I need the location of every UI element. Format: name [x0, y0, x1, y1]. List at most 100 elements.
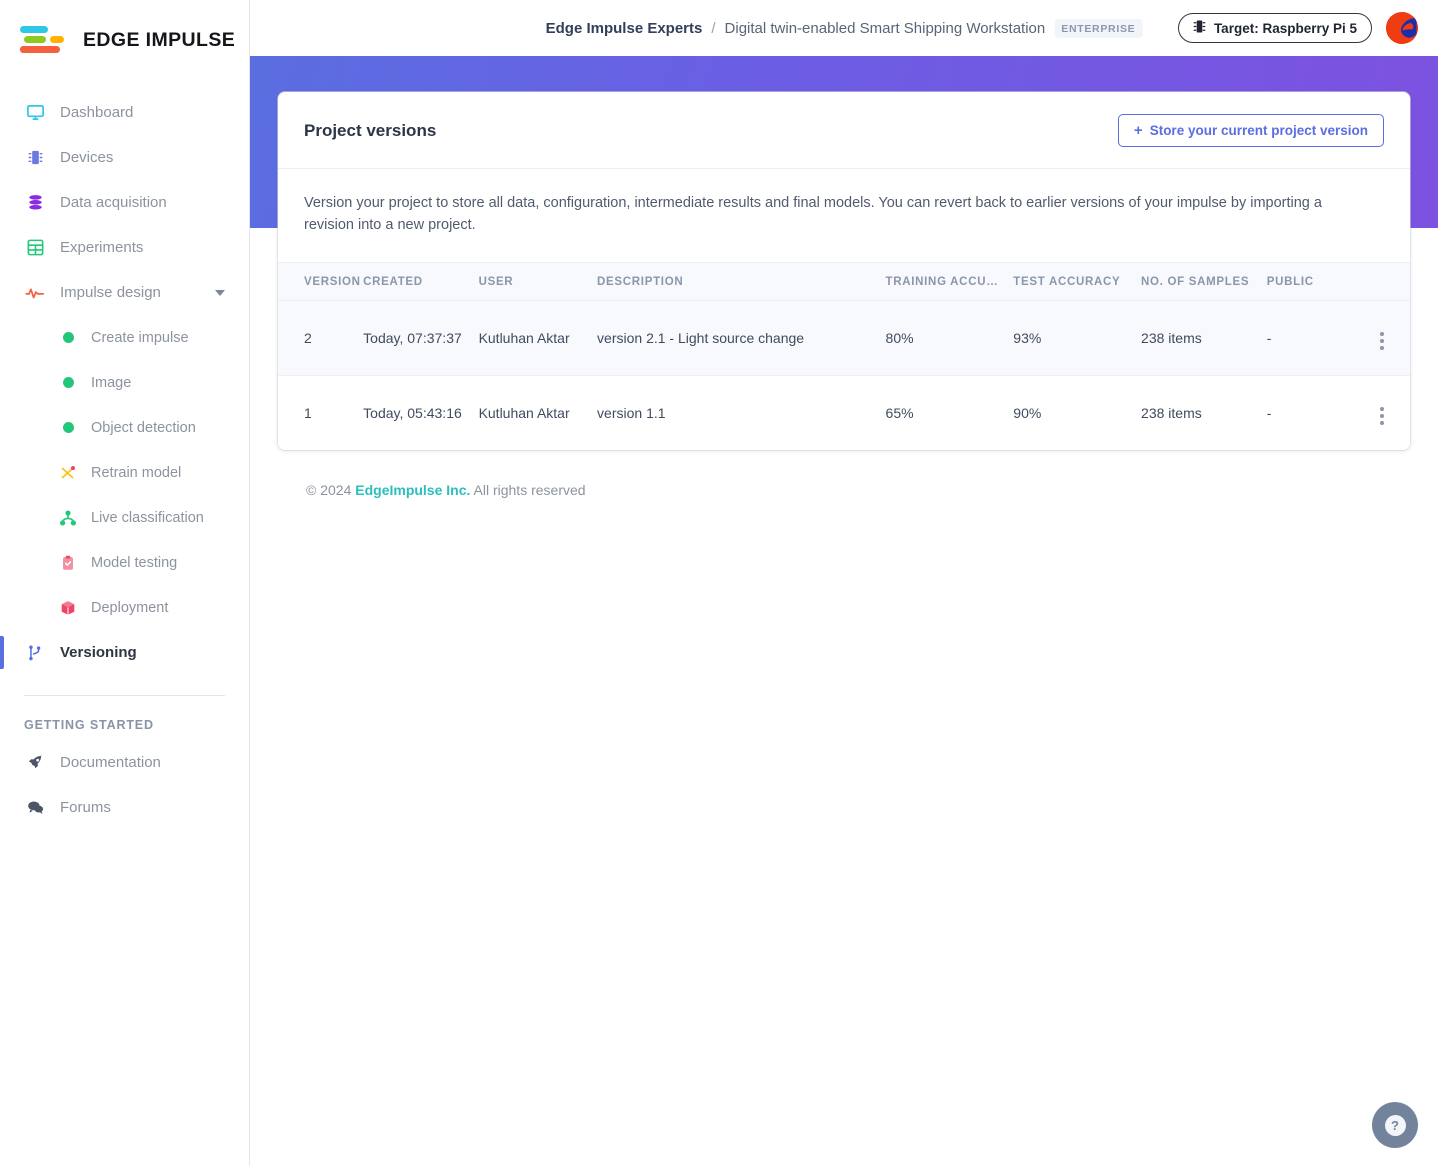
column-header-training-accuracy: TRAINING ACCU…: [885, 261, 1014, 301]
sidebar-item-forums[interactable]: Forums: [0, 785, 249, 830]
table-row[interactable]: 1 Today, 05:43:16 Kutluhan Aktar version…: [278, 375, 1410, 450]
sidebar-section-getting-started: GETTING STARTED: [24, 718, 154, 732]
cell-public: -: [1266, 404, 1272, 421]
cell-training-accuracy: 80%: [885, 300, 1014, 376]
chip-icon: [1193, 19, 1206, 37]
column-header-samples: NO. OF SAMPLES: [1141, 261, 1267, 301]
sidebar-item-label: Data acquisition: [60, 194, 167, 211]
app-root: EDGE IMPULSE Dashboard Devices Data acqu…: [0, 0, 1438, 1166]
breadcrumb-organization[interactable]: Edge Impulse Experts: [546, 20, 703, 37]
cell-samples: 238 items: [1141, 300, 1267, 376]
chevron-down-icon[interactable]: [215, 289, 225, 296]
project-versions-card: Project versions + Store your current pr…: [278, 92, 1410, 450]
cell-created: Today, 07:37:37: [363, 300, 479, 376]
cell-actions: [1354, 375, 1410, 450]
sidebar-item-documentation[interactable]: Documentation: [0, 740, 249, 785]
status-dot-green-icon: [58, 418, 78, 438]
sidebar-item-devices[interactable]: Devices: [0, 135, 249, 180]
table-row[interactable]: 2 Today, 07:37:37 Kutluhan Aktar version…: [278, 300, 1410, 376]
box-icon: [58, 598, 78, 618]
sidebar-item-label: Forums: [60, 799, 111, 816]
sidebar-item-object-detection[interactable]: Object detection: [0, 405, 249, 450]
sidebar-item-label: Impulse design: [60, 284, 161, 301]
target-device-label: Target: Raspberry Pi 5: [1213, 20, 1357, 36]
database-icon: [24, 192, 46, 214]
git-branch-icon: [24, 642, 46, 664]
chip-icon: [24, 147, 46, 169]
status-dot-green-icon: [58, 328, 78, 348]
sidebar-subitem-label: Retrain model: [91, 464, 182, 481]
sidebar-item-deployment[interactable]: Deployment: [0, 585, 249, 630]
breadcrumb-project[interactable]: Digital twin-enabled Smart Shipping Work…: [725, 20, 1046, 37]
table-body: 2 Today, 07:37:37 Kutluhan Aktar version…: [278, 300, 1410, 450]
sidebar-item-dashboard[interactable]: Dashboard: [0, 90, 249, 135]
sidebar-item-retrain-model[interactable]: Retrain model: [0, 450, 249, 495]
question-mark-icon: ?: [1384, 1114, 1406, 1136]
sidebar-item-create-impulse[interactable]: Create impulse: [0, 315, 249, 360]
chat-icon: [24, 797, 46, 819]
cell-version: 2: [278, 300, 364, 376]
status-badge-enterprise: ENTERPRISE: [1054, 18, 1143, 38]
footer-copyright: © 2024: [306, 481, 352, 498]
cell-user: Kutluhan Aktar: [478, 404, 570, 421]
cell-created: Today, 05:43:16: [363, 404, 462, 421]
sidebar-subitem-label: Image: [91, 374, 132, 391]
edge-impulse-logo-icon: [16, 23, 72, 57]
rocket-icon: [24, 752, 46, 774]
column-header-user: USER: [478, 261, 598, 301]
card-header: Project versions + Store your current pr…: [278, 92, 1410, 169]
kebab-menu-icon[interactable]: [1377, 404, 1387, 428]
help-button[interactable]: ?: [1372, 1102, 1418, 1148]
sidebar-item-label: Devices: [60, 149, 114, 166]
cell-public: -: [1266, 300, 1355, 376]
sidebar-subitem-label: Create impulse: [91, 329, 189, 346]
sidebar-subitem-label: Live classification: [91, 509, 204, 526]
footer-rights: All rights reserved: [473, 481, 586, 498]
sidebar-item-impulse-design[interactable]: Impulse design: [0, 270, 249, 315]
grid-icon: [24, 237, 46, 259]
card-description: Version your project to store all data, …: [304, 195, 1322, 234]
sidebar-item-experiments[interactable]: Experiments: [0, 225, 249, 270]
sidebar-subitem-label: Deployment: [91, 599, 169, 616]
cell-description: version 2.1 - Light source change: [597, 300, 886, 376]
versions-table: VERSION CREATED USER DESCRIPTION TRAININ…: [278, 261, 1410, 450]
column-header-public: PUBLIC: [1266, 261, 1355, 301]
sidebar: EDGE IMPULSE Dashboard Devices Data acqu…: [0, 0, 250, 1166]
page-content: Project versions + Store your current pr…: [250, 92, 1438, 498]
store-project-version-button[interactable]: + Store your current project version: [1117, 114, 1384, 147]
topbar-right: Target: Raspberry Pi 5: [1177, 12, 1418, 44]
monitor-icon: [24, 102, 46, 124]
main-area: Edge Impulse Experts / Digital twin-enab…: [250, 0, 1438, 1166]
sidebar-nav: Dashboard Devices Data acquisition Exper…: [0, 90, 249, 830]
sidebar-item-live-classification[interactable]: Live classification: [0, 495, 249, 540]
target-device-button[interactable]: Target: Raspberry Pi 5: [1177, 13, 1372, 43]
breadcrumb-separator: /: [711, 19, 716, 37]
column-header-version: VERSION: [278, 261, 364, 301]
cell-test-accuracy: 93%: [1013, 300, 1142, 376]
kebab-menu-icon[interactable]: [1377, 329, 1387, 353]
sidebar-item-data-acquisition[interactable]: Data acquisition: [0, 180, 249, 225]
plus-icon: +: [1133, 122, 1143, 139]
nodes-icon: [58, 508, 78, 528]
sidebar-item-label: Experiments: [60, 239, 144, 256]
clipboard-check-icon: [58, 553, 78, 573]
brand-logo[interactable]: EDGE IMPULSE: [0, 0, 249, 62]
sidebar-item-image[interactable]: Image: [0, 360, 249, 405]
cell-test-accuracy: 90%: [1013, 404, 1042, 421]
sidebar-item-label: Versioning: [60, 644, 137, 661]
sidebar-subitem-label: Object detection: [91, 419, 196, 436]
table-header-row: VERSION CREATED USER DESCRIPTION TRAININ…: [278, 261, 1410, 301]
cell-actions: [1354, 300, 1410, 376]
top-bar: Edge Impulse Experts / Digital twin-enab…: [250, 0, 1438, 56]
table-header: VERSION CREATED USER DESCRIPTION TRAININ…: [278, 261, 1410, 301]
column-header-test-accuracy: TEST ACCURACY: [1013, 261, 1142, 301]
avatar[interactable]: [1386, 12, 1418, 44]
page-title: Project versions: [304, 120, 437, 140]
footer-company[interactable]: EdgeImpulse Inc.: [355, 482, 470, 498]
sidebar-subitem-label: Model testing: [91, 554, 178, 571]
column-header-actions: [1354, 261, 1410, 301]
footer: © 2024 EdgeImpulse Inc. All rights reser…: [278, 450, 1410, 498]
sidebar-item-versioning[interactable]: Versioning: [0, 630, 249, 675]
column-header-description: DESCRIPTION: [597, 261, 886, 301]
sidebar-item-model-testing[interactable]: Model testing: [0, 540, 249, 585]
